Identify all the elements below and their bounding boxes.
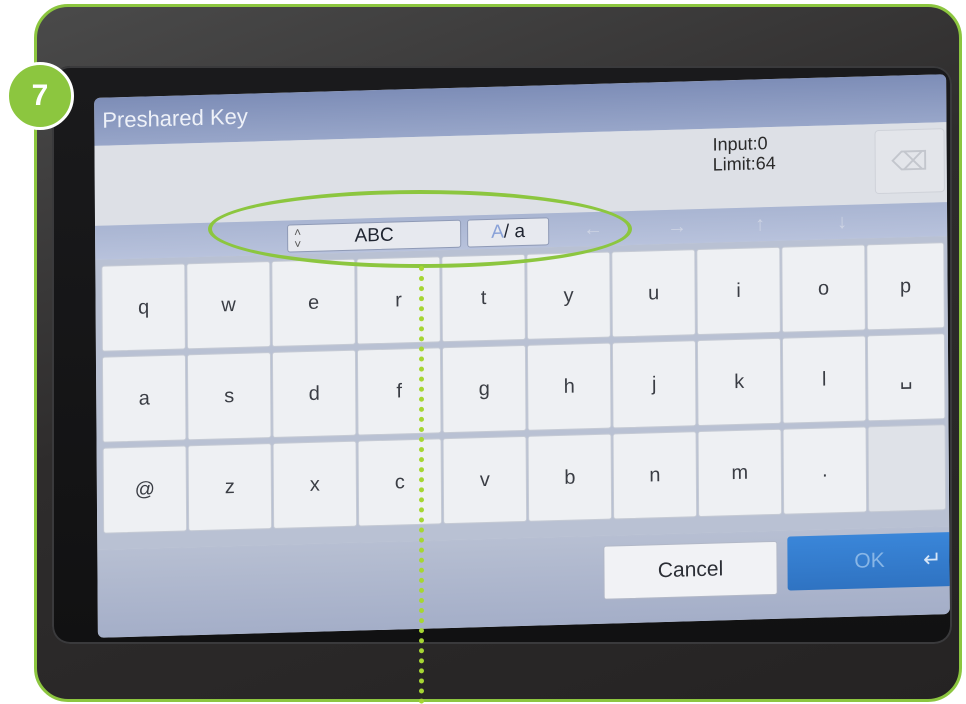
key-label: k xyxy=(734,370,745,393)
callout-dotted-line xyxy=(419,266,424,704)
arrow-right-icon[interactable]: → xyxy=(667,215,687,239)
key-label: . xyxy=(821,458,828,482)
key-label: v xyxy=(479,468,490,491)
key-u[interactable]: u xyxy=(611,249,696,338)
screen-title: Preshared Key xyxy=(102,103,248,133)
input-count: Input:0 xyxy=(712,133,768,155)
key-i[interactable]: i xyxy=(696,246,781,336)
key-label: j xyxy=(651,372,657,395)
ok-label: OK xyxy=(854,548,885,573)
key-label: x xyxy=(309,473,320,496)
arrow-down-icon[interactable]: ↓ xyxy=(837,211,847,234)
key-label: w xyxy=(221,293,236,316)
key-label: d xyxy=(308,382,320,405)
key-f[interactable]: f xyxy=(356,347,442,436)
key-label: t xyxy=(480,286,487,309)
cancel-button[interactable]: Cancel xyxy=(603,540,778,600)
key-space[interactable]: ␣ xyxy=(866,333,946,422)
key-d[interactable]: d xyxy=(271,349,357,438)
key-c[interactable]: c xyxy=(357,438,443,527)
key-x[interactable]: x xyxy=(272,440,358,529)
key-label: s xyxy=(224,384,235,407)
key-label: y xyxy=(563,284,574,307)
key-b[interactable]: b xyxy=(527,433,613,522)
key-label: g xyxy=(478,377,490,400)
backspace-icon: ⌫ xyxy=(891,145,929,177)
key-l[interactable]: l xyxy=(781,335,867,424)
key-label: h xyxy=(563,375,575,398)
key-at[interactable]: @ xyxy=(102,445,188,534)
key-j[interactable]: j xyxy=(611,340,697,429)
key-a[interactable]: a xyxy=(101,354,187,443)
key-label: b xyxy=(564,466,576,489)
key-y[interactable]: y xyxy=(526,251,611,340)
enter-icon: ↵ xyxy=(922,546,942,572)
key-label: p xyxy=(899,274,912,297)
input-limit: Limit:64 xyxy=(712,152,776,175)
key-v[interactable]: v xyxy=(442,435,528,525)
key-period[interactable]: . xyxy=(782,426,868,515)
key-w[interactable]: w xyxy=(186,261,271,350)
step-badge: 7 xyxy=(6,62,74,130)
key-label: z xyxy=(224,475,235,498)
key-label: a xyxy=(138,386,150,410)
arrow-up-icon[interactable]: ↑ xyxy=(755,213,765,236)
key-label: @ xyxy=(134,477,156,501)
key-label: n xyxy=(649,463,661,486)
key-k[interactable]: k xyxy=(696,337,782,427)
key-label: l xyxy=(821,368,827,391)
key-q[interactable]: q xyxy=(101,263,186,352)
key-h[interactable]: h xyxy=(526,342,612,431)
backspace-button[interactable]: ⌫ xyxy=(874,128,945,195)
key-label: i xyxy=(736,279,741,302)
key-label: r xyxy=(395,288,402,312)
ok-button[interactable]: OK ↵ xyxy=(787,532,950,591)
key-label: o xyxy=(817,276,830,300)
keyboard: q w e r t y u i o p a s d f g h j k l ␣ … xyxy=(95,236,950,550)
key-label: q xyxy=(137,295,150,319)
key-o[interactable]: o xyxy=(781,244,866,333)
key-r[interactable]: r xyxy=(356,256,441,345)
key-label: m xyxy=(731,461,749,484)
key-p[interactable]: p xyxy=(866,242,945,331)
key-label: c xyxy=(394,470,405,494)
key-s[interactable]: s xyxy=(186,352,272,441)
key-z[interactable]: z xyxy=(187,442,273,532)
key-label: f xyxy=(396,379,403,403)
input-counter: Input:0 Limit:64 xyxy=(712,133,775,175)
key-g[interactable]: g xyxy=(441,344,527,434)
key-n[interactable]: n xyxy=(612,431,698,520)
space-icon: ␣ xyxy=(899,366,913,389)
cancel-label: Cancel xyxy=(657,557,724,583)
device-screen: Preshared Key Input:0 Limit:64 ⌫ ˄ ˅ ABC … xyxy=(94,74,950,638)
key-e[interactable]: e xyxy=(271,258,356,347)
step-number: 7 xyxy=(31,79,49,112)
key-blank xyxy=(867,424,947,513)
key-label: u xyxy=(647,281,660,304)
highlight-ellipse xyxy=(208,190,632,268)
key-label: e xyxy=(307,291,320,314)
key-m[interactable]: m xyxy=(697,428,783,518)
